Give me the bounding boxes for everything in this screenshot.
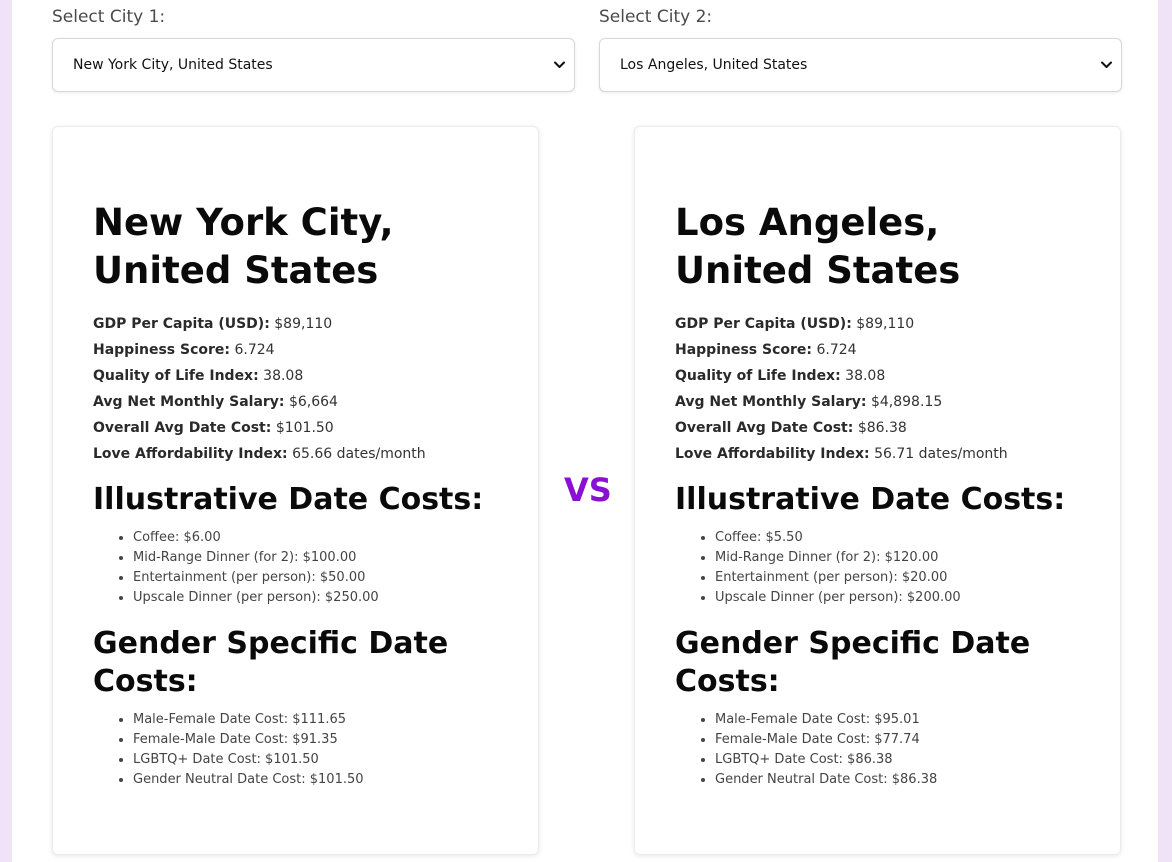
stat-salary: Avg Net Monthly Salary: $6,664 xyxy=(93,389,498,415)
stat-label: Love Affordability Index: xyxy=(675,446,870,462)
stat-value: 6.724 xyxy=(234,342,275,358)
list-item: LGBTQ+ Date Cost: $101.50 xyxy=(133,750,498,770)
list-item: Male-Female Date Cost: $111.65 xyxy=(133,710,498,730)
stat-happiness: Happiness Score: 6.724 xyxy=(675,337,1080,363)
list-item: Female-Male Date Cost: $91.35 xyxy=(133,730,498,750)
city-1-label: Select City 1: xyxy=(52,7,166,27)
chevron-down-icon xyxy=(1099,58,1113,72)
stat-date-cost: Overall Avg Date Cost: $101.50 xyxy=(93,415,498,441)
city-2-card: Los Angeles, United States GDP Per Capit… xyxy=(634,126,1121,855)
city-2-selected-value: Los Angeles, United States xyxy=(620,57,808,73)
city-2-selector: Select City 2: Los Angeles, United State… xyxy=(599,0,1122,92)
illustrative-costs-heading: Illustrative Date Costs: xyxy=(93,482,484,517)
stat-value: 56.71 dates/month xyxy=(874,446,1008,462)
vs-label: VS xyxy=(564,471,612,509)
city-1-select[interactable]: New York City, United States xyxy=(52,38,575,92)
stat-label: Happiness Score: xyxy=(93,342,231,358)
illustrative-costs-heading: Illustrative Date Costs: xyxy=(675,482,1066,517)
chevron-down-icon xyxy=(552,58,566,72)
list-item: Coffee: $6.00 xyxy=(133,528,498,548)
stat-happiness: Happiness Score: 6.724 xyxy=(93,337,498,363)
city-2-title: Los Angeles, United States xyxy=(675,201,961,292)
stat-label: Overall Avg Date Cost: xyxy=(675,420,854,436)
stat-label: GDP Per Capita (USD): xyxy=(675,316,852,332)
stat-value: $86.38 xyxy=(857,420,907,436)
city-1-stats: GDP Per Capita (USD): $89,110 Happiness … xyxy=(93,311,498,467)
stat-value: $89,110 xyxy=(856,316,915,332)
stat-value: $6,664 xyxy=(288,394,338,410)
stat-value: 38.08 xyxy=(263,368,304,384)
stat-love-affordability: Love Affordability Index: 56.71 dates/mo… xyxy=(675,441,1080,467)
stat-quality-of-life: Quality of Life Index: 38.08 xyxy=(675,363,1080,389)
illustrative-costs-list: Coffee: $5.50 Mid-Range Dinner (for 2): … xyxy=(675,528,1080,608)
stat-value: 6.724 xyxy=(816,342,857,358)
city-2-label: Select City 2: xyxy=(599,7,713,27)
city-1-card: New York City, United States GDP Per Cap… xyxy=(52,126,539,855)
stat-gdp: GDP Per Capita (USD): $89,110 xyxy=(675,311,1080,337)
stat-label: Quality of Life Index: xyxy=(675,368,841,384)
gender-costs-list: Male-Female Date Cost: $95.01 Female-Mal… xyxy=(675,710,1080,790)
stat-label: Quality of Life Index: xyxy=(93,368,259,384)
list-item: Entertainment (per person): $20.00 xyxy=(715,568,1080,588)
list-item: Mid-Range Dinner (for 2): $100.00 xyxy=(133,548,498,568)
list-item: Gender Neutral Date Cost: $101.50 xyxy=(133,770,498,790)
city-1-selected-value: New York City, United States xyxy=(73,57,273,73)
list-item: Entertainment (per person): $50.00 xyxy=(133,568,498,588)
stat-label: GDP Per Capita (USD): xyxy=(93,316,270,332)
stat-label: Happiness Score: xyxy=(675,342,813,358)
city-2-stats: GDP Per Capita (USD): $89,110 Happiness … xyxy=(675,311,1080,467)
stat-gdp: GDP Per Capita (USD): $89,110 xyxy=(93,311,498,337)
stat-label: Love Affordability Index: xyxy=(93,446,288,462)
list-item: Female-Male Date Cost: $77.74 xyxy=(715,730,1080,750)
city-1-title: New York City, United States xyxy=(93,201,394,292)
gender-costs-heading: Gender Specific Date Costs: xyxy=(675,626,1031,699)
stat-label: Overall Avg Date Cost: xyxy=(93,420,272,436)
gender-costs-list: Male-Female Date Cost: $111.65 Female-Ma… xyxy=(93,710,498,790)
stat-value: $89,110 xyxy=(274,316,333,332)
list-item: Gender Neutral Date Cost: $86.38 xyxy=(715,770,1080,790)
stat-love-affordability: Love Affordability Index: 65.66 dates/mo… xyxy=(93,441,498,467)
list-item: Upscale Dinner (per person): $200.00 xyxy=(715,588,1080,608)
stat-salary: Avg Net Monthly Salary: $4,898.15 xyxy=(675,389,1080,415)
stat-value: $4,898.15 xyxy=(870,394,943,410)
illustrative-costs-list: Coffee: $6.00 Mid-Range Dinner (for 2): … xyxy=(93,528,498,608)
stat-label: Avg Net Monthly Salary: xyxy=(675,394,867,410)
stat-value: 65.66 dates/month xyxy=(292,446,426,462)
list-item: Coffee: $5.50 xyxy=(715,528,1080,548)
stat-value: 38.08 xyxy=(845,368,886,384)
stat-date-cost: Overall Avg Date Cost: $86.38 xyxy=(675,415,1080,441)
gender-costs-heading: Gender Specific Date Costs: xyxy=(93,626,449,699)
list-item: LGBTQ+ Date Cost: $86.38 xyxy=(715,750,1080,770)
city-1-selector: Select City 1: New York City, United Sta… xyxy=(52,0,575,92)
stat-value: $101.50 xyxy=(275,420,334,436)
stat-quality-of-life: Quality of Life Index: 38.08 xyxy=(93,363,498,389)
list-item: Male-Female Date Cost: $95.01 xyxy=(715,710,1080,730)
list-item: Mid-Range Dinner (for 2): $120.00 xyxy=(715,548,1080,568)
list-item: Upscale Dinner (per person): $250.00 xyxy=(133,588,498,608)
city-2-select[interactable]: Los Angeles, United States xyxy=(599,38,1122,92)
stat-label: Avg Net Monthly Salary: xyxy=(93,394,285,410)
